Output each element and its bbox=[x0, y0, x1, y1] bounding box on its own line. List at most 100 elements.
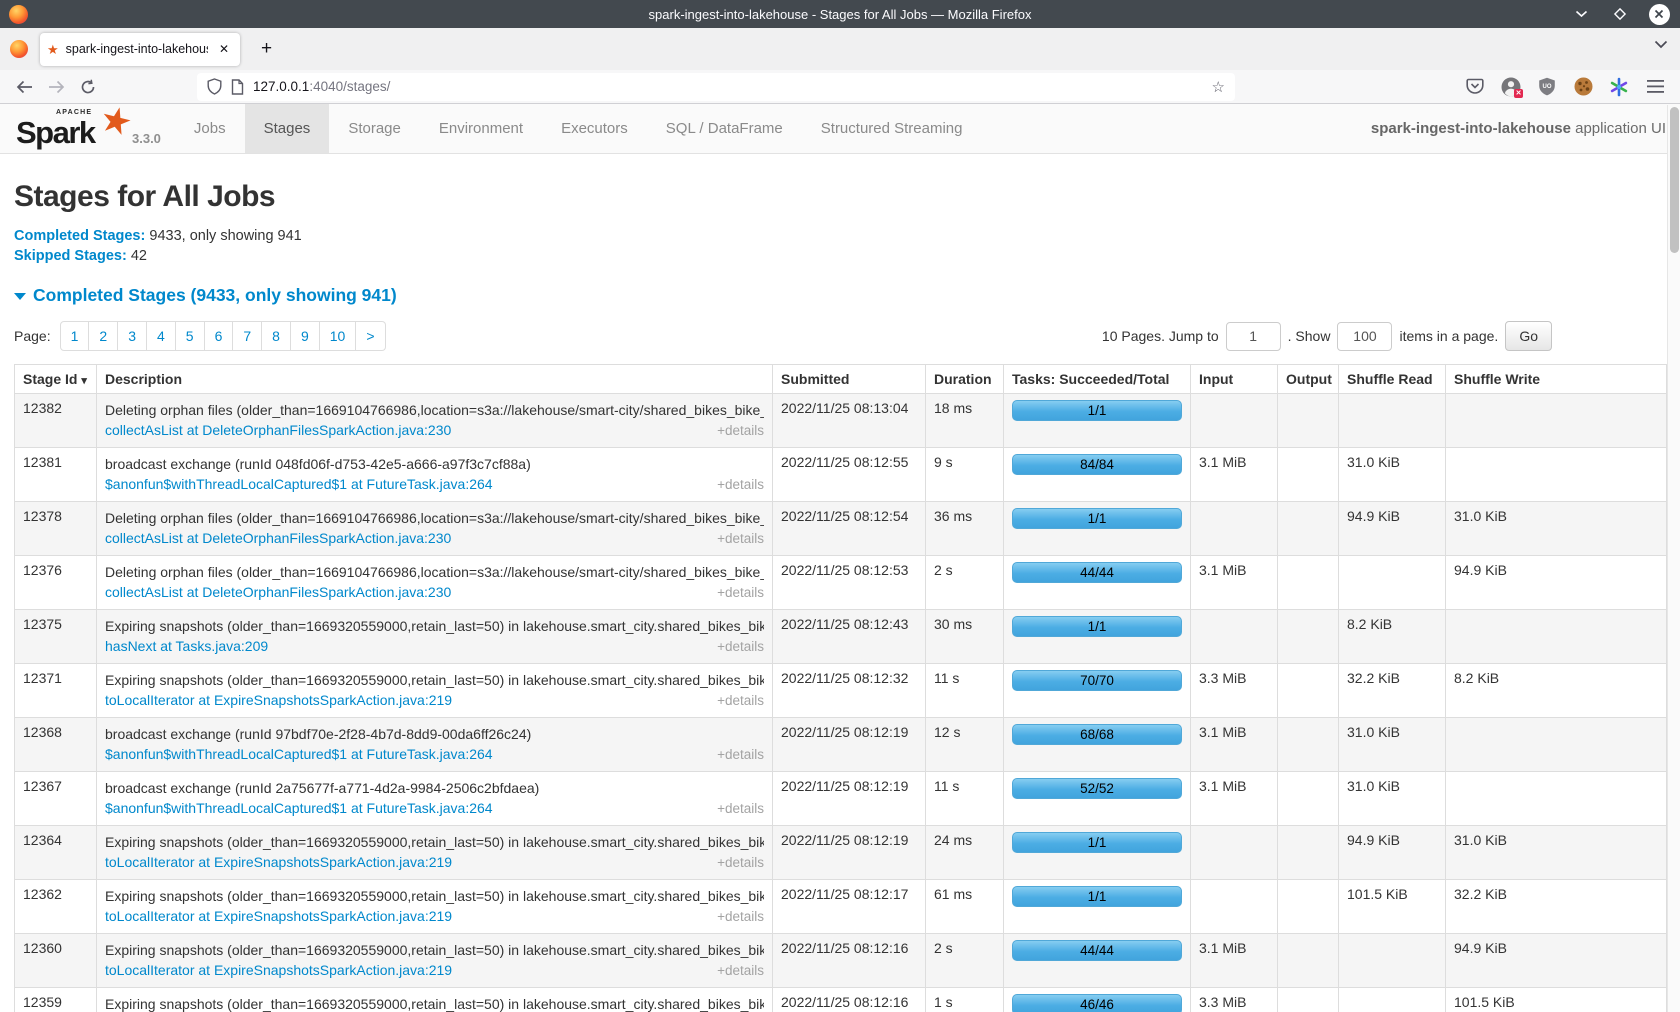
details-toggle[interactable]: +details bbox=[717, 691, 764, 711]
maximize-button[interactable] bbox=[1609, 3, 1631, 25]
shuffle-read-cell: 31.0 KiB bbox=[1339, 772, 1446, 826]
nav-item-environment[interactable]: Environment bbox=[420, 104, 542, 153]
tracking-shield-icon[interactable] bbox=[207, 78, 222, 95]
ublock-shield-icon[interactable]: UO bbox=[1534, 74, 1560, 100]
stage-callsite-link[interactable]: toLocalIterator at ExpireSnapshotsSparkA… bbox=[105, 960, 452, 980]
bookmark-star-icon[interactable]: ☆ bbox=[1212, 78, 1225, 96]
go-button[interactable]: Go bbox=[1505, 321, 1552, 351]
url-host: 127.0.0.1 bbox=[253, 79, 309, 94]
new-tab-button[interactable]: + bbox=[253, 36, 280, 62]
page-button-7[interactable]: 7 bbox=[233, 321, 262, 351]
spark-logo[interactable]: APACHE Spark ★ bbox=[14, 104, 132, 153]
header-tasks[interactable]: Tasks: Succeeded/Total bbox=[1004, 365, 1191, 394]
submitted-cell: 2022/11/25 08:12:55 bbox=[773, 448, 926, 502]
nav-item-jobs[interactable]: Jobs bbox=[175, 104, 245, 153]
stage-callsite-link[interactable]: hasNext at Tasks.java:209 bbox=[105, 636, 268, 656]
stage-row: 12362 Expiring snapshots (older_than=166… bbox=[15, 880, 1667, 934]
jump-to-page-input[interactable] bbox=[1226, 322, 1281, 351]
nav-item-storage[interactable]: Storage bbox=[329, 104, 420, 153]
header-submitted[interactable]: Submitted bbox=[773, 365, 926, 394]
details-toggle[interactable]: +details bbox=[717, 853, 764, 873]
description-cell: Expiring snapshots (older_than=166932055… bbox=[97, 610, 773, 664]
stage-callsite-link[interactable]: toLocalIterator at ExpireSnapshotsSparkA… bbox=[105, 906, 452, 926]
header-shuffle-write[interactable]: Shuffle Write bbox=[1446, 365, 1667, 394]
stage-callsite-link[interactable]: collectAsList at DeleteOrphanFilesSparkA… bbox=[105, 528, 451, 548]
header-description[interactable]: Description bbox=[97, 365, 773, 394]
details-toggle[interactable]: +details bbox=[717, 637, 764, 657]
stage-callsite-link[interactable]: collectAsList at DeleteOrphanFilesSparkA… bbox=[105, 420, 451, 440]
details-toggle[interactable]: +details bbox=[717, 745, 764, 765]
page-button-8[interactable]: 8 bbox=[262, 321, 291, 351]
pocket-icon[interactable] bbox=[1462, 74, 1488, 100]
tab-close-icon[interactable]: ✕ bbox=[215, 40, 233, 58]
page-button-9[interactable]: 9 bbox=[291, 321, 320, 351]
stage-callsite-link[interactable]: collectAsList at DeleteOrphanFilesSparkA… bbox=[105, 582, 451, 602]
forward-button[interactable] bbox=[48, 80, 65, 94]
task-progress-bar: 70/70 bbox=[1012, 670, 1182, 691]
next-page-button[interactable]: > bbox=[356, 321, 385, 351]
stage-callsite-link[interactable]: toLocalIterator at ExpireSnapshotsSparkA… bbox=[105, 690, 452, 710]
url-text[interactable]: 127.0.0.1:4040/stages/ bbox=[253, 79, 1203, 94]
completed-stages-label[interactable]: Completed Stages: bbox=[14, 228, 145, 244]
duration-cell: 30 ms bbox=[926, 610, 1004, 664]
multi-account-asterisk-icon[interactable] bbox=[1606, 74, 1632, 100]
details-toggle[interactable]: +details bbox=[717, 961, 764, 981]
spark-nav-items: JobsStagesStorageEnvironmentExecutorsSQL… bbox=[175, 104, 982, 153]
reload-button[interactable] bbox=[80, 79, 96, 95]
scrollbar-thumb[interactable] bbox=[1670, 107, 1679, 253]
details-toggle[interactable]: +details bbox=[717, 583, 764, 603]
details-toggle[interactable]: +details bbox=[717, 799, 764, 819]
page-button-10[interactable]: 10 bbox=[320, 321, 357, 351]
shuffle-read-cell bbox=[1339, 988, 1446, 1012]
nav-item-stages[interactable]: Stages bbox=[245, 104, 330, 153]
task-progress-bar: 68/68 bbox=[1012, 724, 1182, 745]
nav-item-sql-dataframe[interactable]: SQL / DataFrame bbox=[647, 104, 802, 153]
tab-list-dropdown-icon[interactable] bbox=[1654, 40, 1668, 49]
minimize-button[interactable] bbox=[1570, 3, 1592, 25]
stage-callsite-link[interactable]: $anonfun$withThreadLocalCaptured$1 at Fu… bbox=[105, 474, 493, 494]
page-info-icon[interactable] bbox=[231, 79, 244, 95]
url-bar[interactable]: 127.0.0.1:4040/stages/ ☆ bbox=[197, 73, 1235, 101]
stage-description: broadcast exchange (runId 2a75677f-a771-… bbox=[105, 778, 764, 798]
page-scrollbar[interactable] bbox=[1667, 105, 1680, 1012]
account-extension-icon[interactable]: ✕ bbox=[1498, 74, 1524, 100]
stage-callsite-link[interactable]: $anonfun$withThreadLocalCaptured$1 at Fu… bbox=[105, 798, 493, 818]
stage-callsite-link[interactable]: $anonfun$withThreadLocalCaptured$1 at Fu… bbox=[105, 744, 493, 764]
details-toggle[interactable]: +details bbox=[717, 907, 764, 927]
shuffle-read-cell: 101.5 KiB bbox=[1339, 880, 1446, 934]
page-button-4[interactable]: 4 bbox=[147, 321, 176, 351]
stage-description: Expiring snapshots (older_than=166932055… bbox=[105, 616, 764, 636]
details-toggle[interactable]: +details bbox=[717, 475, 764, 495]
items-per-page-input[interactable] bbox=[1337, 322, 1392, 351]
close-button[interactable] bbox=[1648, 3, 1670, 25]
task-progress-bar: 1/1 bbox=[1012, 616, 1182, 637]
page-button-1[interactable]: 1 bbox=[60, 321, 90, 351]
input-cell: 3.1 MiB bbox=[1191, 556, 1278, 610]
browser-tab[interactable]: ★ spark-ingest-into-lakehous ✕ bbox=[40, 33, 240, 66]
shuffle-write-cell: 94.9 KiB bbox=[1446, 556, 1667, 610]
back-button[interactable] bbox=[16, 80, 33, 94]
page-button-5[interactable]: 5 bbox=[176, 321, 205, 351]
header-stage-id[interactable]: Stage Id ▾ bbox=[15, 365, 97, 394]
skipped-stages-label[interactable]: Skipped Stages: bbox=[14, 248, 127, 264]
header-duration[interactable]: Duration bbox=[926, 365, 1004, 394]
output-cell bbox=[1278, 610, 1339, 664]
details-toggle[interactable]: +details bbox=[717, 421, 764, 441]
cookie-icon[interactable] bbox=[1570, 74, 1596, 100]
stage-callsite-link[interactable]: toLocalIterator at ExpireSnapshotsSparkA… bbox=[105, 852, 452, 872]
header-input[interactable]: Input bbox=[1191, 365, 1278, 394]
stage-row: 12364 Expiring snapshots (older_than=166… bbox=[15, 826, 1667, 880]
page-button-3[interactable]: 3 bbox=[118, 321, 147, 351]
shuffle-read-cell: 94.9 KiB bbox=[1339, 502, 1446, 556]
header-shuffle-read[interactable]: Shuffle Read bbox=[1339, 365, 1446, 394]
page-button-2[interactable]: 2 bbox=[89, 321, 118, 351]
stage-row: 12360 Expiring snapshots (older_than=166… bbox=[15, 934, 1667, 988]
nav-item-executors[interactable]: Executors bbox=[542, 104, 647, 153]
duration-cell: 2 s bbox=[926, 934, 1004, 988]
completed-stages-section-toggle[interactable]: Completed Stages (9433, only showing 941… bbox=[14, 285, 1666, 306]
nav-item-structured-streaming[interactable]: Structured Streaming bbox=[802, 104, 982, 153]
header-output[interactable]: Output bbox=[1278, 365, 1339, 394]
details-toggle[interactable]: +details bbox=[717, 529, 764, 549]
page-button-6[interactable]: 6 bbox=[205, 321, 234, 351]
hamburger-menu-icon[interactable] bbox=[1642, 74, 1668, 100]
